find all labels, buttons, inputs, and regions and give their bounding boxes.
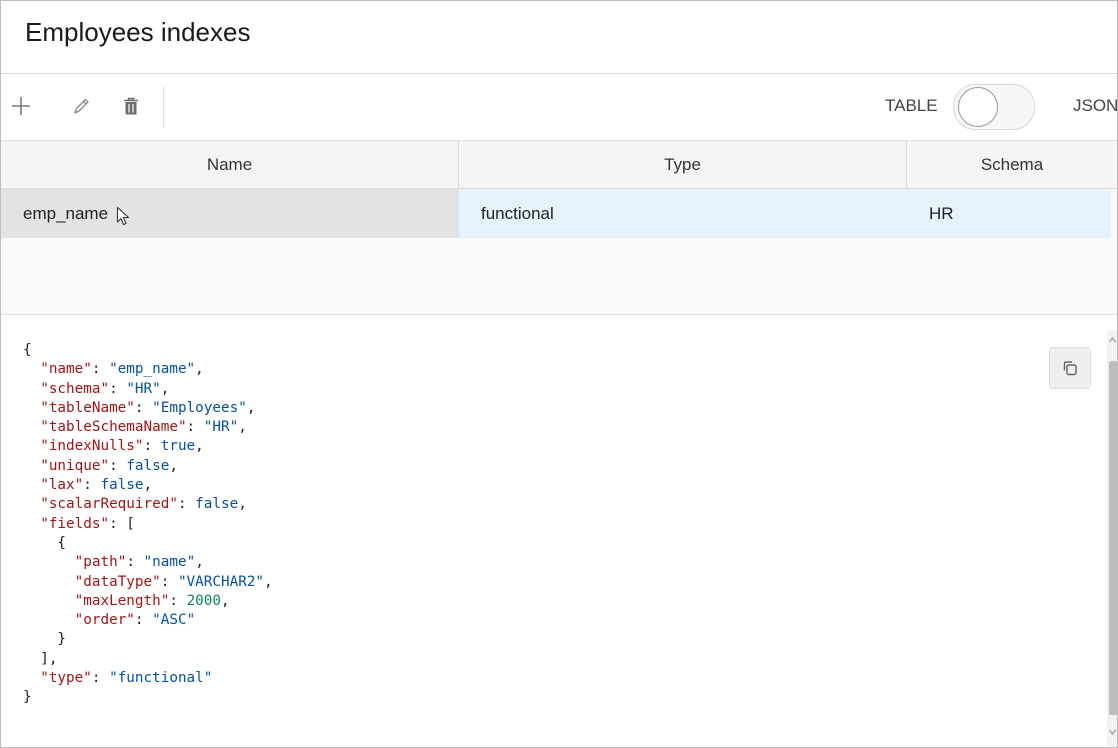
table-cell-name[interactable]: emp_name	[1, 189, 459, 238]
table-json-toggle[interactable]	[953, 84, 1035, 130]
column-header-type[interactable]: Type	[459, 141, 907, 189]
plus-icon[interactable]	[7, 92, 35, 120]
json-preview: { "name": "emp_name", "schema": "HR", "t…	[1, 315, 1117, 747]
toggle-label-table[interactable]: TABLE	[885, 96, 938, 116]
panel-title: Employees indexes	[25, 17, 251, 47]
toolbar: TABLE JSON	[1, 74, 1117, 141]
column-header-schema[interactable]: Schema	[907, 141, 1117, 189]
table-cell-type[interactable]: functional	[459, 189, 907, 238]
toggle-knob	[958, 87, 998, 127]
index-panel: Employees indexes TABLE JSON Name Type S…	[0, 0, 1118, 748]
panel-header: Employees indexes	[1, 1, 1117, 74]
cell-name-text: emp_name	[23, 203, 109, 223]
trash-icon[interactable]	[117, 92, 145, 120]
toolbar-divider	[163, 86, 164, 128]
toggle-label-json[interactable]: JSON	[1073, 96, 1117, 116]
column-header-name[interactable]: Name	[1, 141, 459, 189]
pencil-icon[interactable]	[67, 92, 95, 120]
scroll-up-arrow-icon[interactable]	[1108, 335, 1117, 345]
copy-icon	[1063, 361, 1077, 376]
copy-button[interactable]	[1049, 347, 1091, 389]
scrollbar-thumb[interactable]	[1109, 361, 1117, 715]
mouse-cursor-icon	[117, 206, 130, 225]
json-code-block: { "name": "emp_name", "schema": "HR", "t…	[23, 342, 273, 706]
table-cell-schema[interactable]: HR	[907, 189, 1111, 238]
scroll-down-arrow-icon[interactable]	[1108, 727, 1117, 737]
indexes-table: Name Type Schema emp_name functional HR	[1, 141, 1117, 315]
